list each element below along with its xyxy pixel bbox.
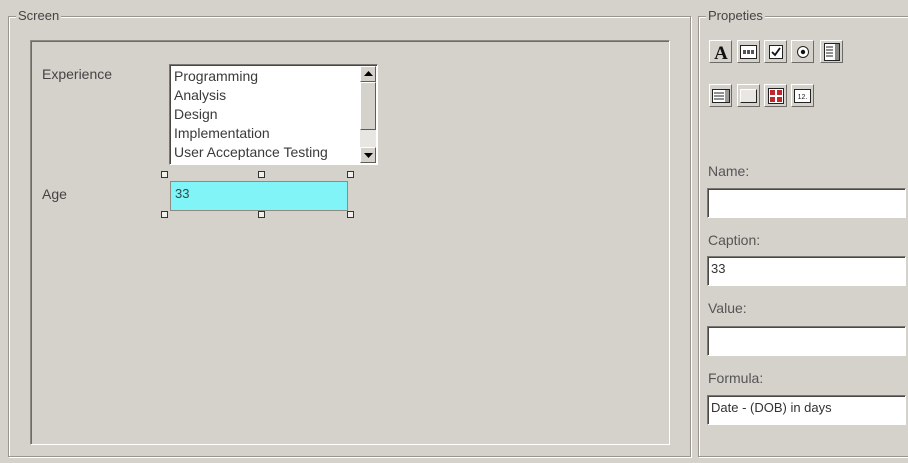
radio-button-icon bbox=[796, 45, 809, 58]
arrow-up-icon bbox=[363, 71, 373, 76]
value-field[interactable] bbox=[707, 326, 906, 356]
button-tool-button[interactable] bbox=[737, 84, 760, 107]
age-label: Age bbox=[42, 186, 67, 202]
scroll-down-button[interactable] bbox=[360, 147, 376, 163]
caption-label: Caption: bbox=[708, 232, 761, 248]
resize-handle-top-middle[interactable] bbox=[258, 171, 265, 178]
radio-button-tool-button[interactable] bbox=[791, 40, 814, 63]
grid-tool-button[interactable] bbox=[764, 84, 787, 107]
listbox-scrollbar[interactable] bbox=[360, 66, 376, 163]
scroll-thumb[interactable] bbox=[360, 82, 376, 130]
combobox-icon bbox=[711, 88, 730, 103]
resize-handle-bottom-middle[interactable] bbox=[258, 211, 265, 218]
list-item-design[interactable]: Design bbox=[174, 105, 359, 124]
value-label: Value: bbox=[708, 300, 747, 316]
screen-group-title: Screen bbox=[16, 8, 62, 23]
list-item-user-acceptance-testing[interactable]: User Acceptance Testing bbox=[174, 143, 359, 162]
caption-field[interactable]: 33 bbox=[707, 256, 906, 286]
name-label: Name: bbox=[708, 163, 750, 179]
resize-handle-top-right[interactable] bbox=[347, 171, 354, 178]
svg-text:A: A bbox=[714, 43, 728, 61]
listbox-tool-button[interactable] bbox=[820, 40, 843, 63]
resize-handle-bottom-left[interactable] bbox=[161, 211, 168, 218]
button-icon bbox=[740, 88, 757, 103]
experience-label: Experience bbox=[42, 66, 113, 82]
list-item-programming[interactable]: Programming bbox=[174, 67, 359, 86]
grid-icon bbox=[767, 87, 784, 104]
properties-group-title: Propeties bbox=[706, 8, 765, 23]
list-item-analysis[interactable]: Analysis bbox=[174, 86, 359, 105]
formula-label: Formula: bbox=[708, 370, 764, 386]
combobox-tool-button[interactable] bbox=[709, 84, 732, 107]
text-label-icon: A bbox=[714, 43, 728, 61]
textbox-tool-button[interactable] bbox=[737, 40, 760, 63]
checkbox-tool-button[interactable] bbox=[764, 40, 787, 63]
scroll-up-button[interactable] bbox=[360, 66, 376, 82]
age-field[interactable]: 33 bbox=[170, 181, 348, 211]
resize-handle-top-left[interactable] bbox=[161, 171, 168, 178]
textbox-icon bbox=[740, 44, 757, 59]
checkbox-icon bbox=[768, 44, 783, 59]
name-field[interactable] bbox=[707, 188, 906, 218]
svg-text:12.: 12. bbox=[798, 94, 808, 101]
listbox-icon bbox=[823, 42, 840, 61]
arrow-down-icon bbox=[363, 153, 373, 158]
resize-handle-bottom-right[interactable] bbox=[347, 211, 354, 218]
text-label-tool-button[interactable]: A bbox=[709, 40, 732, 63]
experience-listbox[interactable]: Programming Analysis Design Implementati… bbox=[169, 64, 378, 165]
formula-field[interactable]: Date - (DOB) in days bbox=[707, 395, 906, 425]
list-item-implementation[interactable]: Implementation bbox=[174, 124, 359, 143]
numeric-field-icon: 12. bbox=[794, 88, 811, 103]
numeric-field-tool-button[interactable]: 12. bbox=[791, 84, 814, 107]
